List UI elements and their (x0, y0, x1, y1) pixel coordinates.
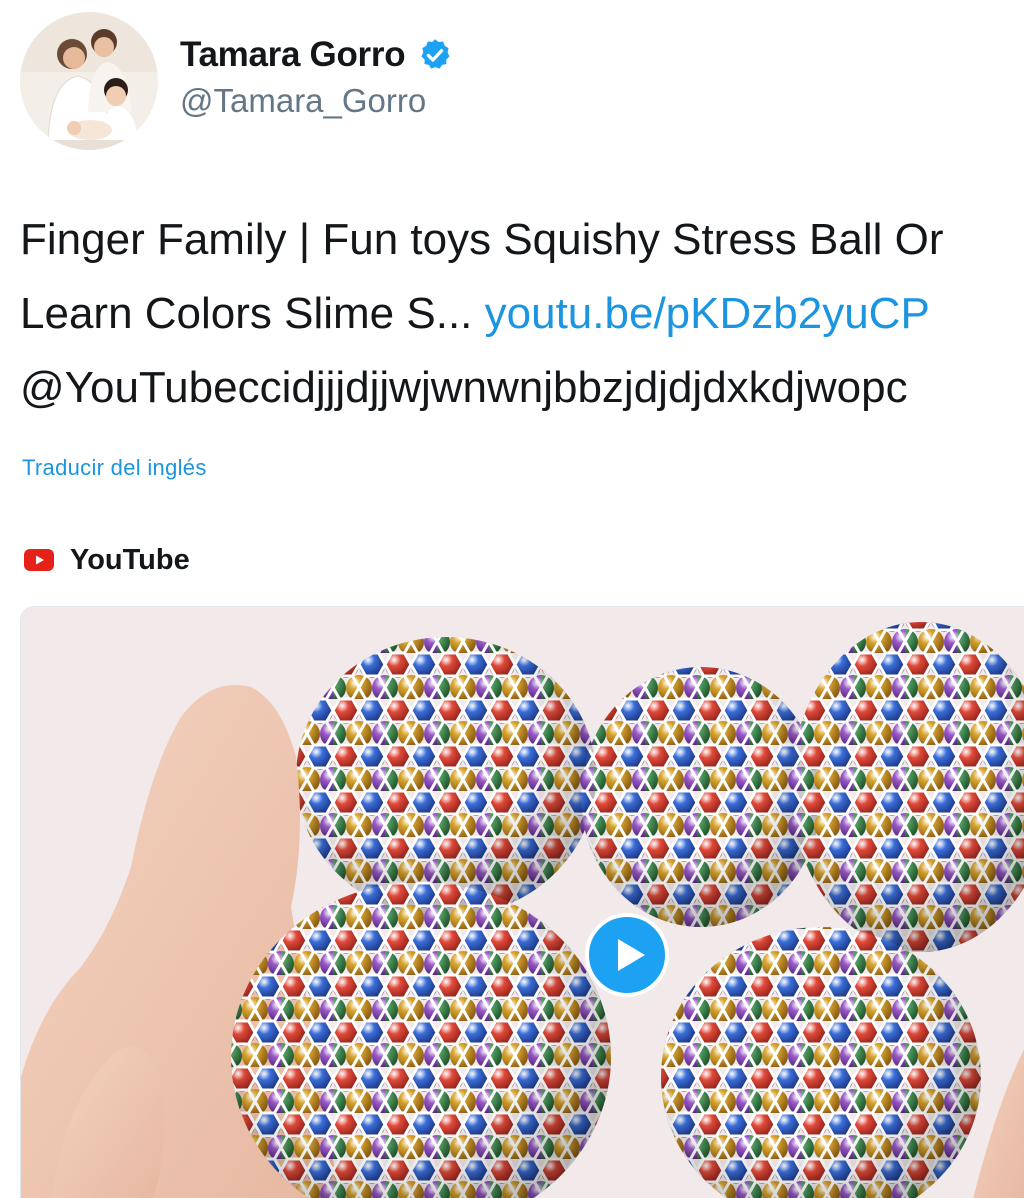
avatar-photo (20, 12, 158, 150)
tweet-page: Tamara Gorro @Tamara_Gorro Finger Family… (0, 0, 1024, 1198)
user-handle[interactable]: @Tamara_Gorro (180, 82, 453, 120)
stress-ball-2 (581, 667, 821, 927)
tweet-text-line-2: Learn Colors Slime S... youtu.be/pKDzb2y… (20, 277, 1024, 351)
user-info: Tamara Gorro @Tamara_Gorro (180, 30, 453, 120)
tweet-link[interactable]: youtu.be/pKDzb2yuCP (485, 289, 930, 338)
avatar[interactable] (20, 12, 158, 150)
translate-link[interactable]: Traducir del inglés (22, 455, 207, 481)
display-name[interactable]: Tamara Gorro (180, 35, 406, 75)
stress-ball-1 (296, 637, 596, 917)
display-name-row: Tamara Gorro (180, 30, 453, 80)
tweet-text: Finger Family | Fun toys Squishy Stress … (20, 203, 1024, 425)
youtube-icon (24, 549, 54, 571)
video-thumbnail (21, 607, 1024, 1198)
tweet-text-line-2-text: Learn Colors Slime S... (20, 289, 473, 338)
play-icon[interactable] (585, 913, 669, 997)
video-card[interactable] (20, 606, 1024, 1198)
verified-badge-icon (421, 39, 450, 69)
tweet-text-line-1: Finger Family | Fun toys Squishy Stress … (20, 215, 944, 264)
tweet-mention[interactable]: @YouTubeccidjjjdjjwjwnwnjbbzjdjdjdxkdjwo… (20, 351, 1024, 425)
card-source[interactable]: YouTube (24, 540, 190, 580)
tweet-header: Tamara Gorro @Tamara_Gorro (0, 0, 1024, 170)
card-source-name: YouTube (70, 543, 190, 576)
